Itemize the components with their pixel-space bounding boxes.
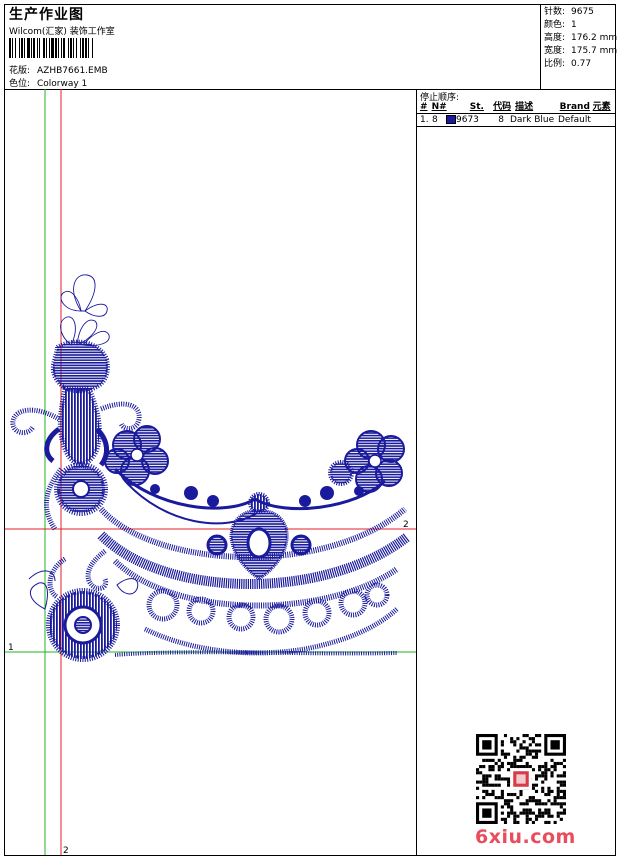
embroidery-design-preview: 1 2 2 [5, 89, 416, 855]
col-code: 代码 [493, 102, 512, 112]
col-brand: Brand [559, 102, 590, 112]
row-stitches: 9673 [456, 115, 479, 125]
design-value: AZHB7661.EMB [37, 66, 108, 76]
colorway-line: 色位: Colorway 1 [9, 76, 87, 89]
qr-code [476, 734, 566, 824]
row-num: 1. [420, 115, 429, 125]
stat-value: 175.7 mm [571, 46, 618, 56]
stat-stitches: 针数: 9675 [544, 6, 615, 19]
design-line: 花版: AZHB7661.EMB [9, 63, 108, 76]
stop-sequence-columns: # N# St. 代码 描述 Brand 元素 [417, 102, 615, 114]
barcode [9, 38, 154, 58]
studio-subtitle: Wilcom(汇家) 装饰工作室 [9, 27, 115, 37]
color-row: 1. 8 9673 8 Dark Blue Default [417, 114, 615, 127]
stop-sequence-heading: 停止顺序: [420, 93, 460, 103]
colorway-label: 色位: [9, 79, 31, 89]
col-num: # [420, 102, 428, 112]
stat-value: 0.77 [571, 59, 592, 69]
row-n: 8 [432, 115, 438, 125]
stat-value: 176.2 mm [571, 33, 618, 43]
col-element: 元素 [592, 102, 611, 112]
lace-motif [10, 274, 411, 662]
page-title: 生产作业图 [9, 7, 84, 23]
flower-top-right [344, 430, 405, 493]
watermark: 6xiu.com [475, 826, 576, 848]
stat-value: 1 [571, 20, 577, 30]
col-n: N# [431, 102, 447, 112]
header-panel: 生产作业图 Wilcom(汇家) 装饰工作室 花版: AZHB7661.EMB 色… [5, 5, 618, 90]
stat-value: 9675 [571, 7, 594, 17]
row-desc: Dark Blue [510, 115, 555, 125]
stat-height: 高度: 176.2 mm [544, 32, 618, 45]
stat-label: 颜色: [544, 20, 566, 30]
guide-label-red-v: 2 [63, 846, 69, 855]
top-outline-leaves [60, 274, 110, 346]
design-canvas: 1 2 2 [5, 89, 417, 855]
guide-label-red-h: 2 [403, 520, 409, 530]
row-brand: Default [558, 115, 591, 125]
stats-panel: 针数: 9675 颜色: 1 高度: 176.2 mm 宽度: 175.7 mm 比例:… [540, 5, 618, 89]
flower-top-left [104, 425, 169, 486]
stat-label: 比例: [544, 59, 566, 69]
colorway-value: Colorway 1 [37, 79, 88, 89]
top-finial [50, 339, 110, 394]
stat-label: 高度: [544, 33, 566, 43]
stat-scale: 比例: 0.77 [544, 58, 615, 71]
stat-width: 宽度: 175.7 mm [544, 45, 618, 58]
design-label: 花版: [9, 66, 31, 76]
col-desc: 描述 [515, 102, 534, 112]
stat-label: 宽度: [544, 46, 566, 56]
color-swatch [446, 115, 456, 124]
row-code: 8 [498, 115, 504, 125]
col-stitches: St. [469, 102, 484, 112]
stat-label: 针数: [544, 7, 566, 17]
stat-colors: 颜色: 1 [544, 19, 615, 32]
production-sheet: 生产作业图 Wilcom(汇家) 装饰工作室 花版: AZHB7661.EMB 色… [4, 4, 618, 856]
guide-label-green-h: 1 [8, 643, 14, 653]
